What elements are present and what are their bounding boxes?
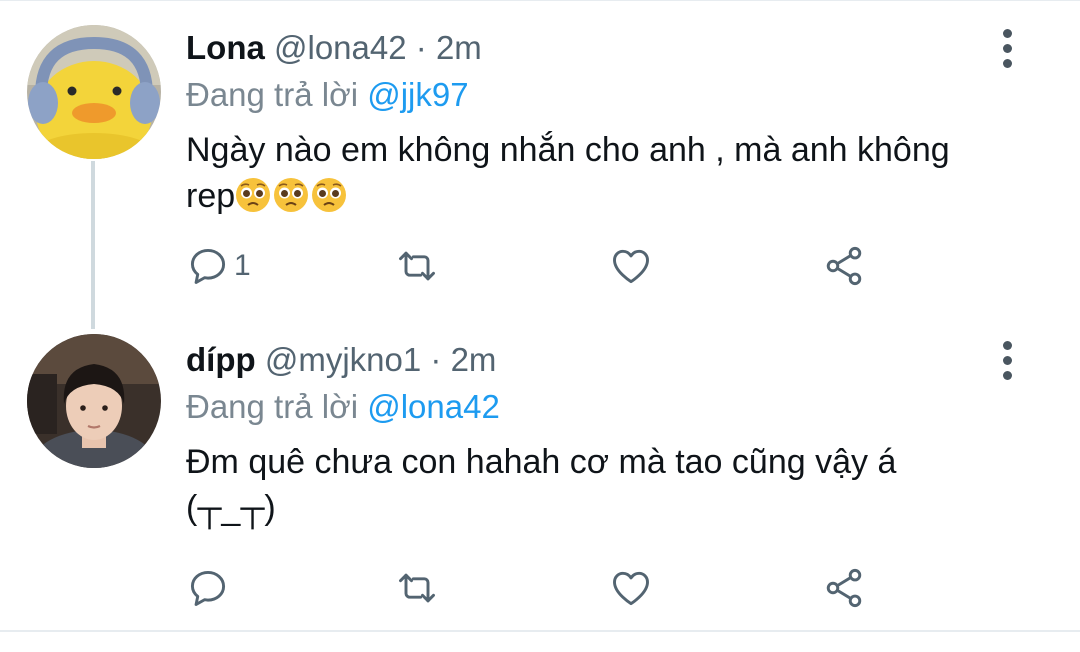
display-name[interactable]: Lona bbox=[186, 29, 265, 66]
tweet-text: Ngày nào em không nhắn cho anh , mà anh … bbox=[186, 127, 1016, 219]
retweet-icon bbox=[399, 251, 435, 281]
retweet-button[interactable] bbox=[394, 563, 440, 613]
separator-dot: · bbox=[430, 341, 442, 378]
tweet-content: dípp @myjkno1 · 2m Đang trả lời @lona42 … bbox=[186, 339, 1000, 531]
replying-to-mention[interactable]: @lona42 bbox=[367, 388, 500, 425]
more-options-button[interactable] bbox=[998, 341, 1018, 381]
share-button[interactable] bbox=[822, 563, 866, 613]
tweet-text-line-2: (┬_┬) bbox=[186, 489, 276, 527]
heart-icon bbox=[613, 571, 649, 606]
share-icon bbox=[826, 568, 862, 608]
share-icon bbox=[826, 246, 862, 286]
share-button[interactable] bbox=[822, 241, 866, 291]
timestamp[interactable]: 2m bbox=[451, 341, 497, 378]
timestamp[interactable]: 2m bbox=[436, 29, 482, 66]
user-handle[interactable]: @myjkno1 bbox=[265, 341, 421, 378]
heart-icon bbox=[613, 249, 649, 284]
reply-button[interactable] bbox=[186, 563, 234, 613]
like-button[interactable] bbox=[608, 241, 654, 291]
replying-to-line: Đang trả lời @lona42 bbox=[186, 385, 1000, 429]
retweet-icon bbox=[399, 573, 435, 603]
tweet-text-line-1: Ngày nào em không nhắn cho anh , mà anh … bbox=[186, 131, 950, 169]
reply-thread: Lona @lona42 · 2m Đang trả lời @jjk97 Ng… bbox=[0, 0, 1080, 652]
reply-icon bbox=[190, 248, 226, 284]
pleading-face-emoji-icon bbox=[274, 178, 309, 212]
like-button[interactable] bbox=[608, 563, 654, 613]
pleading-face-emoji-icon bbox=[236, 178, 271, 212]
replying-to-mention[interactable]: @jjk97 bbox=[367, 76, 468, 113]
tweet-content: Lona @lona42 · 2m Đang trả lời @jjk97 Ng… bbox=[186, 27, 1000, 219]
bottom-divider bbox=[0, 630, 1080, 632]
tweet-dipp[interactable]: dípp @myjkno1 · 2m Đang trả lời @lona42 … bbox=[0, 321, 1080, 631]
replying-to-label: Đang trả lời bbox=[186, 76, 359, 113]
pleading-face-emoji-icon bbox=[312, 178, 347, 212]
separator-dot: · bbox=[415, 29, 427, 66]
tweet-header: dípp @myjkno1 · 2m bbox=[186, 339, 1000, 381]
tweet-text-line-1: Đm quê chưa con hahah cơ mà tao cũng vậy… bbox=[186, 443, 897, 481]
tweet-text-line-2: rep bbox=[186, 177, 236, 215]
tweet-header: Lona @lona42 · 2m bbox=[186, 27, 1000, 69]
tweet-actions: 1 bbox=[186, 241, 886, 291]
display-name[interactable]: dípp bbox=[186, 341, 256, 378]
avatar[interactable] bbox=[27, 334, 161, 468]
tweet-lona[interactable]: Lona @lona42 · 2m Đang trả lời @jjk97 Ng… bbox=[0, 1, 1080, 321]
tweet-text: Đm quê chưa con hahah cơ mà tao cũng vậy… bbox=[186, 439, 1016, 531]
avatar[interactable] bbox=[27, 25, 161, 159]
reply-icon bbox=[190, 570, 226, 606]
replying-to-line: Đang trả lời @jjk97 bbox=[186, 73, 1000, 117]
reply-count: 1 bbox=[234, 249, 251, 282]
user-handle[interactable]: @lona42 bbox=[274, 29, 407, 66]
replying-to-label: Đang trả lời bbox=[186, 388, 359, 425]
retweet-button[interactable] bbox=[394, 241, 440, 291]
more-options-button[interactable] bbox=[998, 29, 1018, 69]
tweet-actions bbox=[186, 563, 886, 613]
reply-button[interactable]: 1 bbox=[186, 241, 251, 291]
